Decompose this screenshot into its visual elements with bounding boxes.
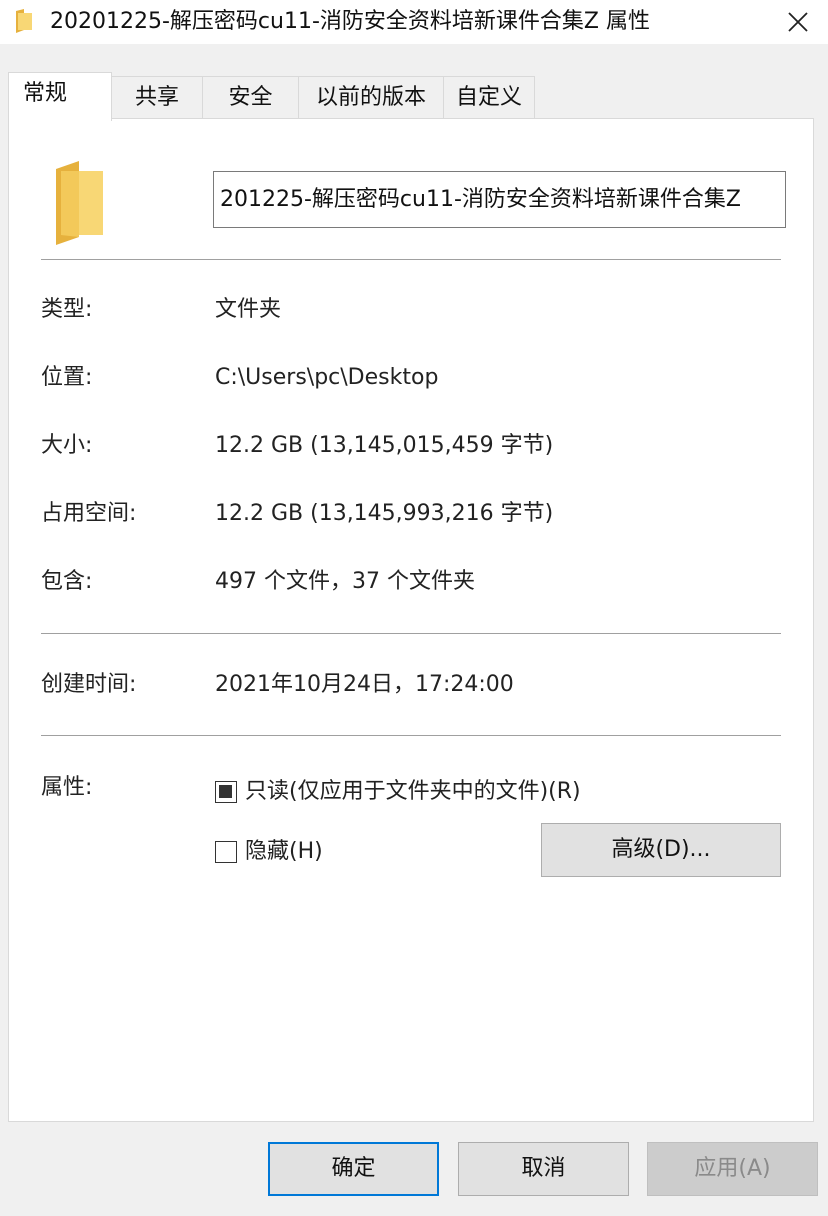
contains-label: 包含: [41, 569, 93, 594]
general-panel: 201225-解压密码cu11-消防安全资料培新课件合集Z 类型: 文件夹 位置… [8, 118, 814, 1122]
tab-sharing[interactable]: 共享 [111, 76, 203, 120]
tab-general[interactable]: 常规 [8, 72, 112, 121]
readonly-label[interactable]: 只读(仅应用于文件夹中的文件)(R) [245, 777, 581, 807]
type-value: 文件夹 [215, 297, 282, 322]
title-bar: 20201225-解压密码cu11-消防安全资料培新课件合集Z 属性 [0, 0, 828, 44]
location-value: C:\Users\pc\Desktop [215, 365, 439, 390]
apply-button[interactable]: 应用(A) [647, 1142, 818, 1196]
close-icon [788, 12, 808, 32]
ok-button[interactable]: 确定 [268, 1142, 439, 1196]
location-label: 位置: [41, 365, 93, 390]
divider [41, 259, 781, 260]
tab-previous-versions[interactable]: 以前的版本 [298, 76, 444, 120]
type-label: 类型: [41, 297, 93, 322]
folder-name-input[interactable]: 201225-解压密码cu11-消防安全资料培新课件合集Z [213, 171, 786, 228]
created-value: 2021年10月24日，17:24:00 [215, 672, 514, 697]
divider [41, 735, 781, 736]
tab-security[interactable]: 安全 [202, 76, 299, 120]
close-button[interactable] [768, 0, 828, 44]
window-title: 20201225-解压密码cu11-消防安全资料培新课件合集Z 属性 [50, 9, 650, 34]
folder-icon [16, 9, 32, 33]
hidden-label[interactable]: 隐藏(H) [245, 837, 323, 867]
contains-value: 497 个文件，37 个文件夹 [215, 569, 475, 594]
tab-customize[interactable]: 自定义 [443, 76, 535, 120]
size-on-disk-label: 占用空间: [41, 501, 137, 526]
created-label: 创建时间: [41, 672, 137, 697]
attributes-label: 属性: [41, 775, 93, 800]
size-on-disk-value: 12.2 GB (13,145,993,216 字节) [215, 501, 554, 526]
hidden-checkbox[interactable] [215, 841, 237, 863]
readonly-checkbox[interactable] [215, 781, 237, 803]
size-value: 12.2 GB (13,145,015,459 字节) [215, 433, 554, 458]
size-label: 大小: [41, 433, 93, 458]
cancel-button[interactable]: 取消 [458, 1142, 629, 1196]
divider [41, 633, 781, 634]
folder-icon [56, 161, 103, 245]
advanced-button[interactable]: 高级(D)... [541, 823, 781, 877]
